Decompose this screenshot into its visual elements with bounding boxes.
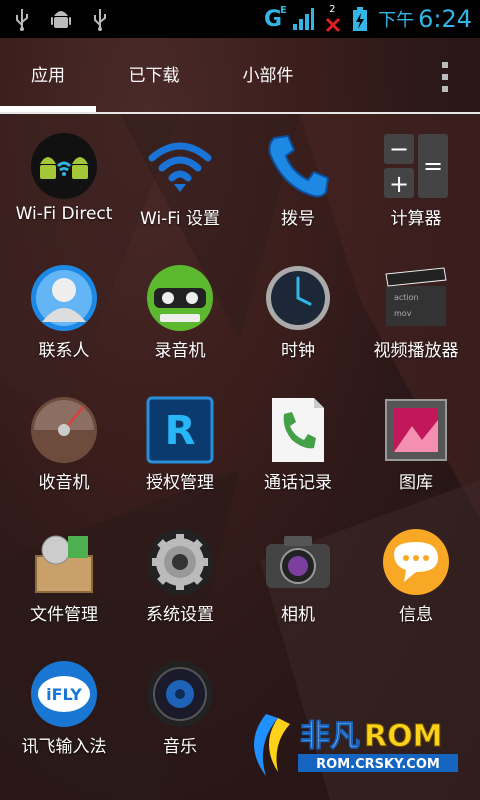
network-type: GE	[264, 4, 287, 32]
app-label: 计算器	[390, 209, 442, 229]
app-ifly-input[interactable]: iFLY 讯飞输入法	[4, 660, 124, 792]
app-label: 录音机	[154, 341, 206, 361]
app-wifi-settings[interactable]: Wi-Fi 设置	[120, 132, 240, 264]
app-messaging[interactable]: 信息	[356, 528, 476, 660]
svg-text:ROM.CRSKY.COM: ROM.CRSKY.COM	[316, 757, 440, 772]
app-recorder[interactable]: 录音机	[120, 264, 240, 396]
svg-text:+: +	[389, 170, 409, 198]
sim2-no-signal-icon: 2	[324, 4, 342, 34]
usb-icon	[16, 9, 28, 31]
app-camera[interactable]: 相机	[238, 528, 358, 660]
tab-widgets[interactable]: 小部件	[220, 38, 316, 114]
svg-text:R: R	[165, 408, 196, 454]
wifi-icon	[148, 142, 212, 192]
app-call-log[interactable]: 通话记录	[238, 396, 358, 528]
app-label: 音乐	[163, 737, 197, 757]
usb-icon	[94, 9, 106, 31]
tab-bar: 应用 已下载 小部件	[0, 38, 480, 114]
app-permissions[interactable]: R 授权管理	[120, 396, 240, 528]
app-music[interactable]: 音乐	[120, 660, 240, 792]
app-dialer[interactable]: 拨号	[238, 132, 358, 264]
app-label: 授权管理	[146, 473, 214, 493]
svg-text:ROM: ROM	[364, 719, 442, 754]
app-label: 通话记录	[264, 473, 332, 493]
tab-apps[interactable]: 应用	[0, 38, 96, 114]
wifi-direct-icon	[31, 133, 97, 199]
app-label: Wi-Fi Direct	[15, 204, 113, 224]
app-video-player[interactable]: action mov 视频播放器	[356, 264, 476, 396]
app-label: 收音机	[38, 473, 90, 493]
svg-text:非凡: 非凡	[300, 719, 360, 754]
call-log-icon	[272, 398, 324, 462]
app-radio[interactable]: 收音机	[4, 396, 124, 528]
battery-charging-icon	[353, 7, 368, 31]
app-gallery[interactable]: 图库	[356, 396, 476, 528]
app-contacts[interactable]: 联系人	[4, 264, 124, 396]
app-clock[interactable]: 时钟	[238, 264, 358, 396]
camera-icon	[266, 536, 330, 588]
permissions-icon: R	[146, 396, 214, 464]
status-bar: GE 2 下午 6:24	[0, 0, 480, 38]
file-manager-icon	[35, 535, 93, 593]
svg-text:iFLY: iFLY	[46, 685, 82, 704]
settings-icon	[147, 529, 213, 595]
gallery-icon	[385, 399, 447, 461]
app-calculator[interactable]: − = + 计算器	[356, 132, 476, 264]
app-file-manager[interactable]: 文件管理	[4, 528, 124, 660]
radio-icon	[31, 397, 97, 463]
app-label: 相机	[281, 605, 315, 625]
app-label: 图库	[399, 473, 433, 493]
app-wifi-direct[interactable]: Wi-Fi Direct	[4, 132, 124, 264]
clock-icon	[266, 266, 330, 330]
time-period: 下午	[378, 10, 415, 31]
watermark-logo: 非凡 ROM ROM.CRSKY.COM	[254, 714, 458, 776]
app-label: 视频播放器	[373, 341, 459, 361]
svg-text:mov: mov	[394, 309, 412, 318]
app-label: 系统设置	[146, 605, 214, 625]
contacts-icon	[31, 265, 97, 331]
overflow-menu-icon[interactable]	[442, 62, 450, 98]
app-label: 讯飞输入法	[21, 737, 107, 757]
app-label: 信息	[399, 605, 433, 625]
ifly-icon: iFLY	[31, 661, 97, 727]
phone-icon	[268, 134, 330, 198]
app-label: Wi-Fi 设置	[140, 209, 220, 229]
music-icon	[147, 661, 213, 727]
app-settings[interactable]: 系统设置	[120, 528, 240, 660]
svg-text:=: =	[423, 152, 443, 180]
video-player-icon: action mov	[385, 267, 447, 326]
app-label: 时钟	[281, 341, 315, 361]
clock-time: 6:24	[418, 5, 472, 33]
signal-icon	[293, 8, 315, 30]
android-debug-icon	[51, 11, 71, 28]
tab-downloaded[interactable]: 已下载	[106, 38, 202, 114]
svg-text:action: action	[394, 293, 419, 302]
app-label: 文件管理	[30, 605, 98, 625]
tab-divider	[0, 112, 480, 114]
svg-text:−: −	[389, 135, 409, 163]
messaging-icon	[383, 529, 449, 595]
app-label: 拨号	[281, 209, 315, 229]
recorder-icon	[147, 265, 213, 331]
calculator-icon: − = +	[384, 134, 448, 198]
app-label: 联系人	[38, 341, 90, 361]
